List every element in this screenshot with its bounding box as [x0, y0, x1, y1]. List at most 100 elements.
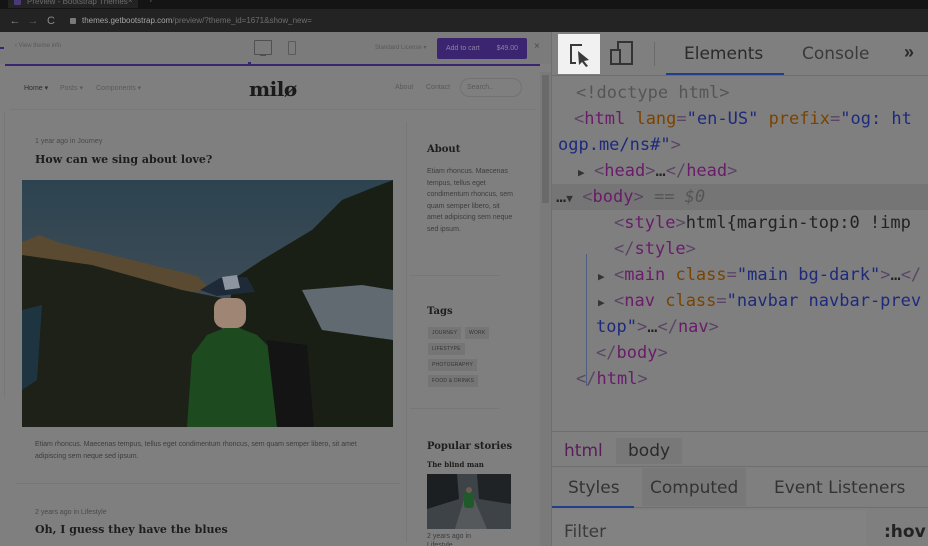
attr-value: "main bg-dark": [736, 265, 881, 285]
dom-node-style[interactable]: <style>html{margin-top:0 !imp: [614, 210, 911, 236]
tag-lifestype[interactable]: LIFESTYPE: [428, 343, 465, 355]
tab-console[interactable]: Console: [802, 44, 870, 64]
breadcrumb-html[interactable]: html: [552, 438, 615, 464]
dom-node-main[interactable]: ▶ <main class="main bg-dark">…</: [598, 262, 921, 288]
url-host: themes.getbootstrap.com: [82, 16, 173, 25]
url-field[interactable]: themes.getbootstrap.com /preview/?theme_…: [70, 16, 312, 25]
tag-food-drinks[interactable]: FOOD & DRINKS: [428, 375, 479, 387]
more-tabs-icon[interactable]: »: [904, 42, 914, 63]
reload-icon[interactable]: C: [42, 15, 60, 27]
sidebar-divider: [406, 122, 407, 542]
view-theme-info-link[interactable]: ‹ View theme info: [15, 43, 61, 49]
tab-elements[interactable]: Elements: [684, 44, 763, 64]
preview-toolbar: ‹ View theme info Standard License ▾ Add…: [0, 32, 551, 64]
mobile-view-icon[interactable]: [288, 41, 296, 55]
nav-components[interactable]: Components ▾: [96, 84, 141, 92]
desktop-view-icon[interactable]: [254, 40, 272, 56]
site-search-input[interactable]: Search..: [460, 78, 522, 97]
devtools-panel: Elements Console » <!doctype html> <html…: [551, 32, 928, 546]
device-toolbar-button[interactable]: [610, 41, 636, 65]
dom-node-html[interactable]: <html lang="en-US" prefix="og: ht: [574, 106, 912, 132]
dom-node-style-close[interactable]: </style>: [614, 236, 696, 262]
attr-value: "navbar navbar-prev: [726, 291, 922, 311]
post-image-hiker[interactable]: [22, 180, 393, 427]
dom-node-html-close[interactable]: </html>: [576, 366, 648, 392]
nav-contact[interactable]: Contact: [426, 84, 450, 91]
expand-arrow-icon[interactable]: ▶: [598, 290, 614, 316]
story-meta: 2 years ago in Lifestyle: [427, 533, 471, 546]
browser-tab[interactable]: Preview - Bootstrap Themes: [8, 0, 138, 8]
attr-value: "og: ht: [840, 109, 912, 129]
dom-node-nav-cont[interactable]: top">…</nav>: [596, 314, 719, 340]
back-arrow-icon[interactable]: ←: [6, 15, 24, 27]
new-tab-icon[interactable]: +: [148, 0, 154, 6]
address-bar: ← → C themes.getbootstrap.com /preview/?…: [0, 9, 928, 32]
dom-node-html-cont[interactable]: ogp.me/ns#">: [558, 132, 681, 158]
license-dropdown[interactable]: Standard License ▾: [375, 44, 426, 51]
expand-arrow-icon[interactable]: ▶: [598, 264, 614, 290]
preview-accent-dot: [248, 62, 251, 65]
site-navbar: Home ▾ Posts ▾ Components ▾ milø About C…: [0, 72, 540, 108]
tag-name: body: [592, 187, 634, 207]
console-ref: == $0: [653, 187, 706, 207]
collapse-arrow-icon[interactable]: ▼: [566, 186, 582, 212]
tag-name: head: [604, 161, 646, 181]
tag-name: body: [616, 343, 658, 363]
breadcrumb-body[interactable]: body: [616, 438, 683, 464]
bootstrap-favicon-icon: [14, 0, 21, 5]
preview-scrollbar-thumb[interactable]: [542, 75, 549, 203]
tag-journey[interactable]: JOURNEY: [428, 327, 462, 339]
tag-photography[interactable]: PHOTOGRAPHY: [428, 359, 478, 371]
attr-value: top": [596, 317, 637, 337]
attr-value: "en-US": [686, 109, 759, 129]
lock-icon: [70, 17, 76, 24]
story-title[interactable]: The blind man: [427, 460, 484, 469]
post-title[interactable]: How can we sing about love?: [35, 153, 212, 166]
filter-placeholder: Filter: [564, 522, 607, 542]
site-logo[interactable]: milø: [249, 77, 297, 101]
dom-tree: <!doctype html> <html lang="en-US" prefi…: [552, 78, 928, 423]
tab-event-listeners[interactable]: Event Listeners: [774, 478, 905, 498]
styles-subtabs: Styles Computed Event Listeners: [552, 468, 928, 508]
nav-about[interactable]: About: [395, 84, 413, 91]
popular-stories-title: Popular stories: [427, 441, 513, 452]
hover-state-toggle[interactable]: :hov: [884, 522, 926, 542]
tag-work[interactable]: WORK: [465, 327, 490, 339]
divider: [410, 275, 500, 276]
forward-arrow-icon[interactable]: →: [24, 15, 42, 27]
preview-accent-line: [5, 64, 540, 66]
tag-name: html: [596, 369, 638, 389]
tag-name: head: [686, 161, 728, 181]
post-meta: 1 year ago in Journey: [35, 138, 103, 145]
dom-node-body-close[interactable]: </body>: [596, 340, 668, 366]
story-image[interactable]: [427, 474, 511, 529]
style-content: html{margin-top:0 !imp: [685, 213, 911, 233]
tab-close-icon[interactable]: ×: [128, 0, 133, 5]
tab-computed[interactable]: Computed: [642, 468, 747, 506]
tab-styles[interactable]: Styles: [568, 478, 620, 498]
nav-home[interactable]: Home ▾: [24, 84, 48, 92]
toolbar-divider: [654, 42, 655, 66]
nav-posts[interactable]: Posts ▾: [60, 84, 83, 92]
dom-doctype[interactable]: <!doctype html>: [576, 80, 730, 106]
price: $49.00: [496, 45, 518, 52]
post-title[interactable]: Oh, I guess they have the blues: [35, 523, 228, 536]
attr-value: ogp.me/ns#": [558, 135, 671, 155]
about-title: About: [427, 144, 461, 155]
theme-preview-pane: ‹ View theme info Standard License ▾ Add…: [0, 32, 551, 546]
tags-title: Tags: [427, 306, 453, 317]
dom-node-head[interactable]: ▶ <head>…</head>: [578, 158, 737, 184]
railway-photo: [427, 474, 511, 529]
expand-arrow-icon[interactable]: ▶: [578, 160, 594, 186]
add-to-cart-button[interactable]: Add to cart $49.00: [437, 38, 527, 59]
divider: [16, 483, 400, 484]
tab-title: Preview - Bootstrap Themes: [27, 0, 128, 6]
dom-node-nav[interactable]: ▶ <nav class="navbar navbar-prev: [598, 288, 921, 314]
divider: [10, 109, 535, 110]
breadcrumb: html body: [552, 431, 928, 467]
dom-node-body-selected[interactable]: …▼ <body> == $0: [552, 184, 928, 210]
ellipsis-icon[interactable]: …: [556, 187, 566, 207]
inspect-element-button[interactable]: [558, 34, 600, 74]
attr-name: lang: [635, 109, 677, 129]
close-preview-icon[interactable]: ×: [534, 41, 540, 52]
